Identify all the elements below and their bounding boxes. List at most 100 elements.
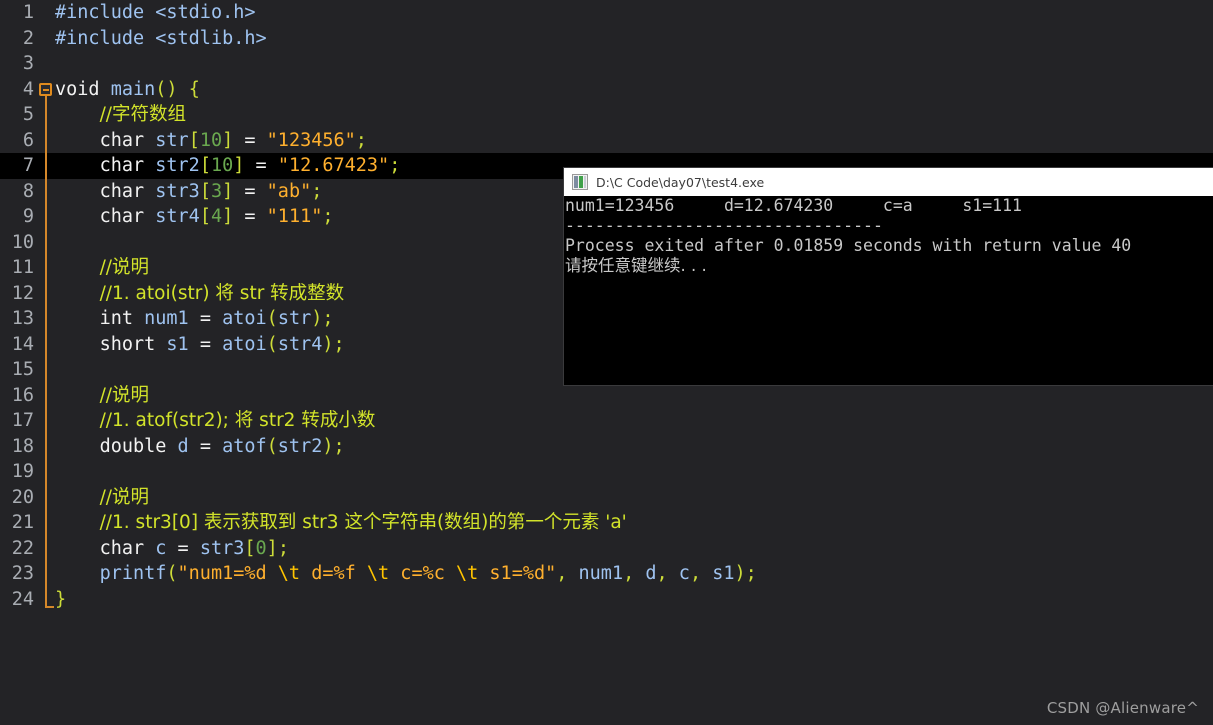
- code-line[interactable]: 24}: [0, 587, 1213, 613]
- code-line[interactable]: 2 #include <stdlib.h>: [0, 26, 1213, 52]
- line-number: 24: [11, 588, 34, 610]
- line-number: 17: [11, 410, 34, 431]
- line-number: 14: [11, 333, 34, 355]
- token-id: str4: [277, 333, 323, 355]
- console-output-line: 请按任意键继续. . .: [565, 256, 707, 275]
- code-text: #include <stdio.h>: [55, 0, 256, 26]
- code-text: char c = str3[0];: [55, 536, 289, 562]
- token-str: "ab": [266, 180, 312, 202]
- token-kw: double: [99, 435, 167, 457]
- line-number: 10: [11, 231, 34, 253]
- token-punct: ): [322, 333, 334, 355]
- code-text: double d = atof(str2);: [55, 434, 345, 460]
- token-num: 10: [199, 129, 223, 151]
- token-str: "num1=%d: [177, 563, 278, 584]
- token-punct: ;: [322, 206, 334, 227]
- code-line[interactable]: 20 //说明: [0, 485, 1213, 511]
- line-number: 5: [22, 104, 34, 125]
- line-number: 3: [22, 53, 34, 74]
- console-window[interactable]: D:\C Code\day07\test4.exe num1=123456 d=…: [564, 168, 1213, 385]
- code-line[interactable]: 5 //字符数组: [0, 102, 1213, 128]
- console-output-line: --------------------------------: [565, 216, 883, 235]
- token-esc: \t: [456, 563, 479, 584]
- token-id: str: [155, 129, 189, 151]
- token-id: str: [277, 308, 312, 329]
- line-number: 22: [11, 537, 34, 559]
- code-line[interactable]: 16 //说明: [0, 383, 1213, 409]
- line-number: 18: [11, 435, 34, 457]
- token-punct: ;: [333, 435, 345, 457]
- code-line[interactable]: 1 #include <stdio.h>: [0, 0, 1213, 26]
- fold-collapse-icon[interactable]: [39, 83, 52, 96]
- token-punct: ]: [233, 155, 245, 176]
- code-line[interactable]: 22 char c = str3[0];: [0, 536, 1213, 562]
- token-pre: <stdio.h>: [155, 2, 256, 23]
- code-line[interactable]: 21 //1. str3[0] 表示获取到 str3 这个字符串(数组)的第一个…: [0, 510, 1213, 536]
- token-id: str3: [155, 180, 200, 202]
- token-punct: ]: [222, 129, 234, 151]
- token-id: c: [678, 563, 690, 584]
- code-line[interactable]: 6 char str[10] = "123456";: [0, 128, 1213, 154]
- code-text: //1. atoi(str) 将 str 转成整数: [55, 281, 345, 307]
- token-punct: ;: [333, 333, 345, 355]
- token-id: str3: [199, 537, 245, 559]
- console-app-icon: [572, 174, 588, 190]
- line-number: 4: [22, 78, 34, 100]
- code-line[interactable]: 18 double d = atof(str2);: [0, 434, 1213, 460]
- line-number: 7: [22, 155, 34, 176]
- token-punct: (): [155, 78, 178, 100]
- code-line[interactable]: 4 void main() {: [0, 77, 1213, 103]
- code-line[interactable]: 17 //1. atof(str2); 将 str2 转成小数: [0, 408, 1213, 434]
- code-text: //1. str3[0] 表示获取到 str3 这个字符串(数组)的第一个元素 …: [55, 510, 627, 536]
- token-esc: \t: [366, 563, 390, 584]
- token-str: "123456": [266, 129, 356, 151]
- line-number: 8: [22, 180, 34, 202]
- token-punct: ,: [656, 563, 668, 584]
- token-punct: ): [311, 308, 323, 329]
- token-punct: (: [266, 308, 278, 329]
- code-line[interactable]: 23 printf("num1=%d \t d=%f \t c=%c \t s1…: [0, 561, 1213, 587]
- token-id: s1: [712, 563, 735, 584]
- token-punct: ,: [689, 563, 702, 584]
- line-number: 2: [22, 27, 34, 49]
- code-line[interactable]: 3: [0, 51, 1213, 77]
- code-line[interactable]: 19: [0, 459, 1213, 485]
- code-text: #include <stdlib.h>: [55, 26, 267, 52]
- token-id: d: [645, 563, 657, 584]
- code-text: int num1 = atoi(str);: [55, 306, 334, 332]
- line-number: 9: [22, 206, 34, 227]
- token-punct: (: [266, 333, 278, 355]
- fold-rail-foot: [45, 606, 54, 608]
- token-cmt: //说明: [99, 257, 150, 278]
- console-titlebar[interactable]: D:\C Code\day07\test4.exe: [564, 168, 1213, 196]
- token-str: d=%f: [300, 563, 367, 584]
- code-text: //1. atof(str2); 将 str2 转成小数: [55, 408, 376, 434]
- token-id: num1: [144, 308, 189, 329]
- token-kw: =: [244, 180, 256, 202]
- code-text: //说明: [55, 255, 149, 281]
- token-kw: =: [244, 129, 256, 151]
- token-str: s1=%d": [478, 563, 557, 584]
- token-cmt: //说明: [99, 384, 150, 406]
- watermark: CSDN @Alienware^: [1046, 699, 1199, 717]
